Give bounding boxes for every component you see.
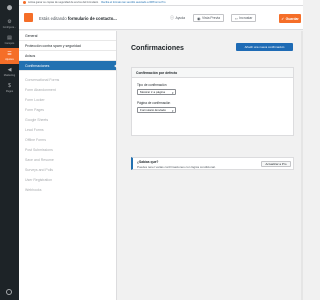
embed-label: Incrustar	[239, 16, 253, 20]
settings-nav-notifications[interactable]: Avisos	[19, 51, 116, 61]
wordpress-logo[interactable]: ⬤	[0, 0, 19, 16]
settings-nav-google-sheets[interactable]: Google Sheets	[19, 115, 116, 125]
form-builder-header: Estás editando formulario de contacto...…	[19, 6, 303, 30]
settings-nav-general[interactable]: General	[19, 31, 116, 41]
settings-nav-save-resume[interactable]: Save and Resume	[19, 155, 116, 165]
promo-title: ¿Sabías que?	[137, 160, 159, 164]
admin-menu-ajustes[interactable]: ☰ Ajustes	[0, 48, 19, 64]
settings-nav: General Protección contra spam y segurid…	[19, 31, 117, 300]
settings-icon: ⚙	[7, 18, 12, 25]
editing-prefix: Estás editando	[39, 16, 67, 21]
megaphone-icon: ◀	[7, 66, 12, 73]
settings-nav-offline[interactable]: Offline Forms	[19, 135, 116, 145]
wordpress-logo-icon: ⬤	[6, 4, 13, 11]
preview-label: Vista Previa	[202, 16, 221, 20]
settings-nav-surveys[interactable]: Surveys and Polls	[19, 165, 116, 175]
help-circle-icon[interactable]	[6, 289, 12, 295]
admin-menu-fields[interactable]: ▤ Campos	[0, 32, 19, 48]
settings-nav-locker[interactable]: Form Locker	[19, 95, 116, 105]
chevron-down-icon: ▾	[171, 108, 174, 113]
settings-nav-pages[interactable]: Form Pages	[19, 105, 116, 115]
scrollbar[interactable]	[301, 31, 303, 300]
confirmation-type-value: Mostrar ir a página	[140, 90, 166, 94]
check-icon: ✓	[281, 16, 285, 21]
notice-link[interactable]: Reciba el formato tan sencillo asociado …	[101, 1, 165, 4]
help-button[interactable]: ⓘ Ayuda	[167, 14, 188, 22]
confirmation-page-label: Página de confirmación	[137, 101, 171, 105]
admin-menu-label: Ajustes	[5, 57, 14, 61]
warning-dot-icon	[23, 1, 26, 4]
admin-menu-marketing[interactable]: ◀ Marketing	[0, 64, 19, 80]
settings-content: Confirmaciones Añadir una nueva confirma…	[117, 31, 303, 300]
pro-promo-notice: ¿Sabías que? Puedes tener varias confirm…	[131, 157, 294, 170]
promo-text: Puedes tener varias confirmaciones con l…	[137, 165, 216, 169]
dollar-icon: $	[8, 82, 11, 89]
editing-label: Estás editando formulario de contacto...	[39, 16, 117, 21]
notice-text: Activa ganar su copias de seguridad de e…	[28, 1, 99, 4]
admin-menu-label: Configura...	[2, 25, 17, 29]
admin-menu-label: Pagos	[5, 89, 14, 93]
chevron-down-icon: ▾	[171, 90, 174, 95]
confirmation-type-label: Tipo de confirmación	[137, 83, 167, 87]
settings-nav-post-submissions[interactable]: Post Submissions	[19, 145, 116, 155]
confirmation-page-value: Formulario Enviado	[140, 108, 167, 112]
code-icon: ‹›	[235, 15, 238, 21]
admin-menu-label: Campos	[4, 41, 15, 45]
wpforms-logo-icon	[24, 13, 33, 22]
preview-button[interactable]: ◉ Vista Previa	[193, 14, 225, 22]
admin-menu-label: Marketing	[3, 73, 16, 77]
upgrade-button[interactable]: Actualizar a Pro	[261, 161, 291, 167]
settings-nav-user-registration[interactable]: User Registration	[19, 175, 116, 185]
sliders-icon: ☰	[7, 50, 12, 57]
confirmation-type-select[interactable]: Mostrar ir a página ▾	[137, 89, 176, 95]
default-confirmation-panel: Confirmación por defecto Tipo de confirm…	[131, 67, 294, 136]
settings-nav-lead-forms[interactable]: Lead Forms	[19, 125, 116, 135]
page-title: Confirmaciones	[131, 45, 184, 52]
settings-nav-webhooks[interactable]: Webhooks	[19, 185, 116, 195]
settings-nav-abandonment[interactable]: Form Abandonment	[19, 85, 116, 95]
help-icon: ⓘ	[170, 15, 174, 20]
panel-title[interactable]: Confirmación por defecto	[132, 68, 293, 78]
save-label: Guardar	[285, 16, 299, 21]
help-label: Ayuda	[175, 16, 186, 20]
confirmation-page-select[interactable]: Formulario Enviado ▾	[137, 107, 176, 113]
save-button[interactable]: ✓ Guardar	[279, 14, 301, 23]
eye-icon: ◉	[197, 15, 201, 21]
settings-nav-spam[interactable]: Protección contra spam y seguridad	[19, 41, 116, 51]
add-confirmation-button[interactable]: Añadir una nueva confirmación	[236, 43, 293, 51]
fields-icon: ▤	[7, 34, 12, 41]
form-name: formulario de contacto...	[67, 16, 117, 21]
admin-menu-settings[interactable]: ⚙ Configura...	[0, 16, 19, 32]
settings-nav-conversational[interactable]: Conversational Forms	[19, 75, 116, 85]
settings-nav-confirmations[interactable]: Confirmaciones	[19, 61, 117, 71]
admin-menu-payments[interactable]: $ Pagos	[0, 80, 19, 96]
admin-sidebar: ⬤ ⚙ Configura... ▤ Campos ☰ Ajustes ◀ Ma…	[0, 0, 19, 300]
embed-button[interactable]: ‹› Incrustar	[231, 14, 257, 22]
